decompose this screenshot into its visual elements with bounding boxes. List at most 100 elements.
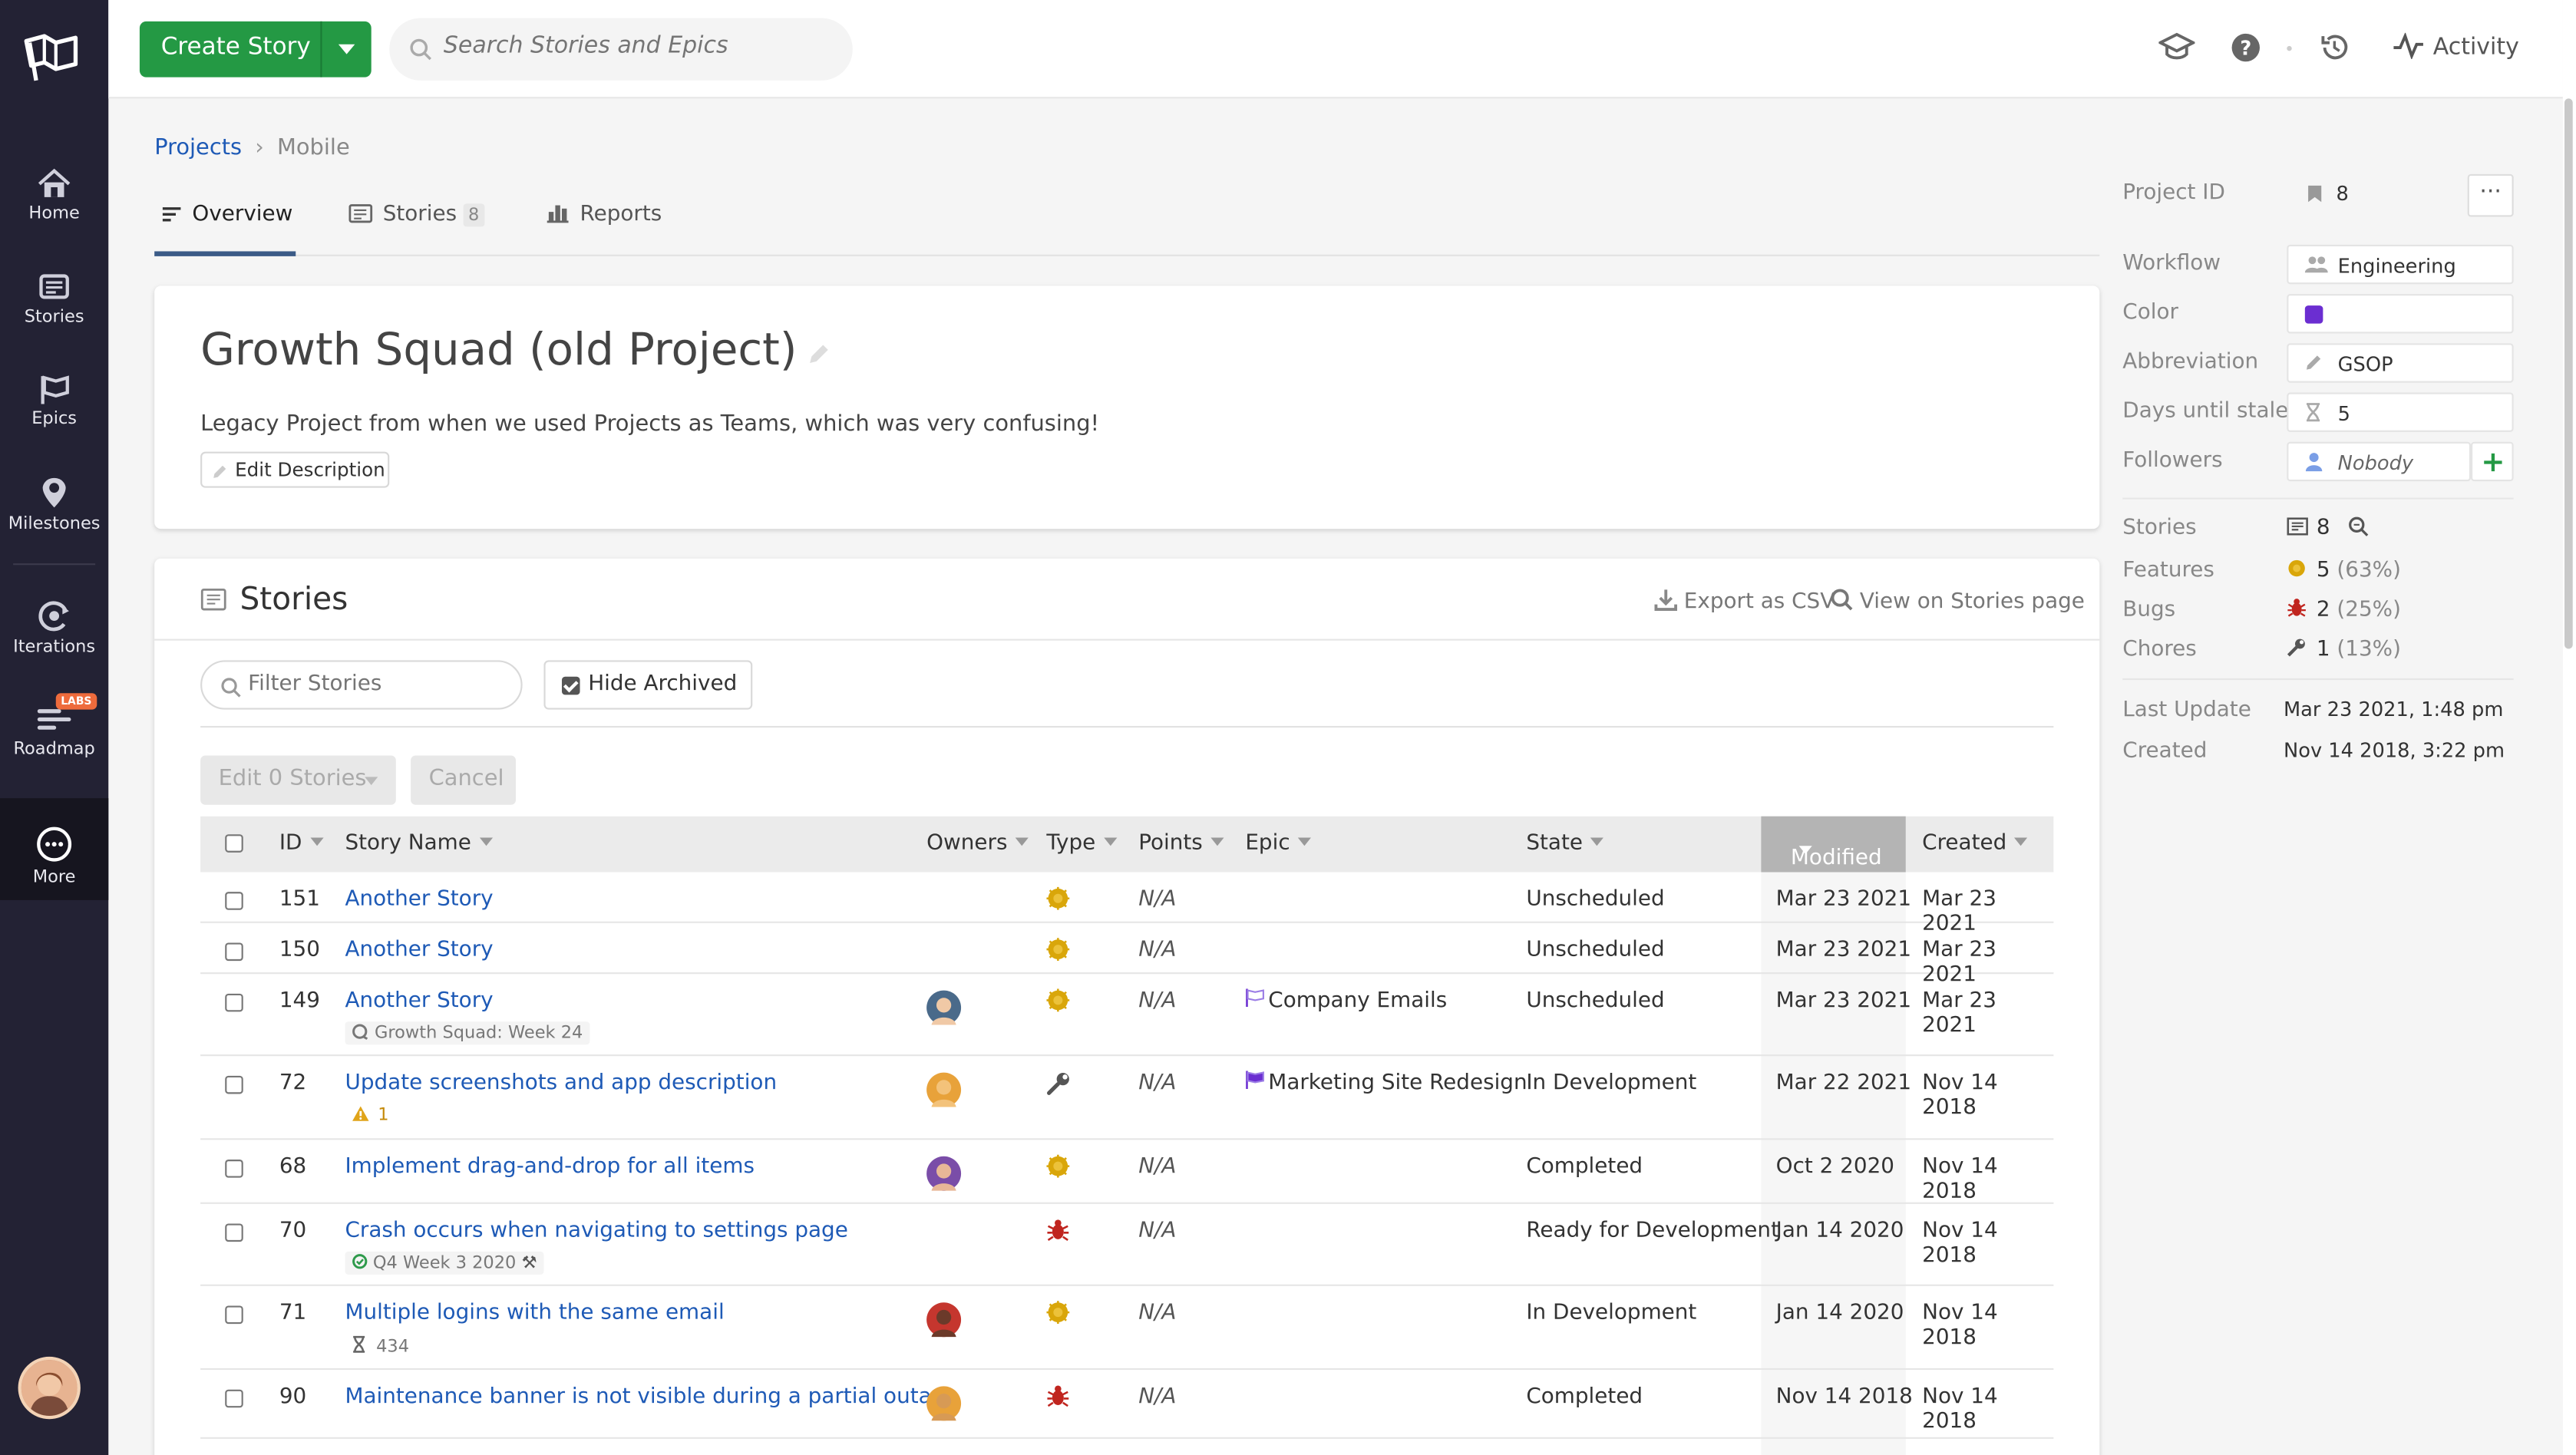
active-tab-indicator — [154, 251, 296, 256]
story-meta-tag[interactable]: 434 — [345, 1334, 415, 1358]
user-avatar[interactable] — [18, 1356, 81, 1420]
table-row[interactable]: 150 Another Story N/A Unscheduled Mar 23 202… — [200, 923, 2054, 987]
table-row[interactable]: 90 Maintenance banner is not visible duri… — [200, 1370, 2054, 1439]
row-checkbox[interactable] — [225, 942, 243, 962]
chevron-down-icon[interactable] — [338, 44, 355, 54]
sidebar-item-milestones[interactable]: Milestones — [0, 475, 108, 534]
color-value[interactable] — [2287, 294, 2514, 334]
sidebar-item-home[interactable]: Home — [0, 167, 108, 223]
story-name-link[interactable]: Another Story — [345, 887, 493, 912]
feature-icon — [1046, 886, 1070, 917]
column-header-id[interactable]: ID — [279, 831, 324, 856]
pencil-icon[interactable] — [807, 341, 831, 366]
export-csv-link[interactable]: Export as CSV — [1654, 588, 1835, 614]
hide-archived-label: Hide Archived — [588, 671, 738, 697]
tab-label: Stories — [382, 202, 457, 227]
table-row[interactable]: 151 Another Story N/A Unscheduled Mar 23 202… — [200, 872, 2054, 936]
cancel-button[interactable]: Cancel — [411, 755, 517, 805]
owner-avatar[interactable] — [926, 1386, 962, 1421]
activity-button[interactable]: Activity — [2392, 31, 2519, 61]
column-header-points[interactable]: Points — [1138, 831, 1224, 856]
days-until-stale-value[interactable]: 5 — [2287, 392, 2514, 432]
table-row[interactable]: 149 Another Story Growth Squad: Week 24 N/A… — [200, 974, 2054, 1057]
row-checkbox[interactable] — [225, 1389, 243, 1408]
row-checkbox[interactable] — [225, 1160, 243, 1178]
table-row[interactable]: 68 Implement drag-and-drop for all items N… — [200, 1140, 2054, 1204]
filter-stories-input[interactable] — [248, 671, 495, 697]
tab-stories[interactable]: Stories 8 — [348, 202, 484, 226]
search-bar[interactable] — [389, 18, 853, 81]
history-icon[interactable] — [2318, 31, 2351, 64]
row-checkbox[interactable] — [225, 892, 243, 910]
add-follower-button[interactable] — [2471, 441, 2514, 482]
story-name-link[interactable]: Another Story — [345, 988, 493, 1013]
sidebar-item-label: Home — [28, 203, 80, 224]
wrench-icon — [2287, 638, 2305, 657]
story-name-link[interactable]: Another Story — [345, 938, 493, 962]
story-meta-tag[interactable]: 1 — [345, 1104, 395, 1127]
filter-stories-field[interactable] — [200, 660, 523, 710]
hide-archived-toggle[interactable]: Hide Archived — [543, 660, 753, 710]
workflow-value[interactable]: Engineering — [2287, 244, 2514, 285]
graduation-cap-icon[interactable] — [2158, 31, 2195, 64]
column-header-type[interactable]: Type — [1046, 831, 1118, 856]
sidebar-item-epics[interactable]: Epics — [0, 373, 108, 429]
story-meta-tag[interactable]: Growth Squad: Week 24 — [345, 1021, 590, 1045]
column-header-owners[interactable]: Owners — [926, 831, 1029, 856]
more-options-button[interactable]: ··· — [2467, 173, 2514, 217]
owner-avatar[interactable] — [926, 1302, 962, 1338]
column-header-created[interactable]: Created — [1922, 831, 2029, 856]
column-header-story-name[interactable]: Story Name — [345, 831, 493, 856]
sidebar-item-more[interactable]: More — [0, 798, 109, 900]
column-header-state[interactable]: State — [1526, 831, 1604, 856]
story-name-link[interactable]: Crash occurs when navigating to settings… — [345, 1219, 847, 1243]
story-id: 68 — [279, 1154, 307, 1180]
story-name-link[interactable]: Multiple logins with the same email — [345, 1301, 724, 1325]
search-input[interactable] — [443, 32, 822, 60]
help-icon[interactable]: ? — [2229, 31, 2262, 64]
create-story-button[interactable]: Create Story — [139, 21, 372, 78]
story-epic[interactable]: Marketing Site Redesign — [1245, 1071, 1527, 1096]
table-row[interactable]: 71 Multiple logins with the same email 434… — [200, 1286, 2054, 1371]
followers-value[interactable]: Nobody — [2287, 441, 2472, 482]
column-header-modified[interactable]: Modified — [1761, 816, 1906, 873]
sidebar-item-roadmap[interactable]: LABS Roadmap — [0, 693, 108, 759]
select-all-checkbox[interactable] — [225, 834, 243, 853]
scrollbar[interactable] — [2562, 0, 2576, 1455]
zoom-icon[interactable] — [2348, 516, 2370, 537]
edit-description-button[interactable]: Edit Description — [200, 451, 390, 488]
owner-avatar[interactable] — [926, 1156, 962, 1191]
story-points: N/A — [1138, 1384, 1177, 1410]
story-name-link[interactable]: Maintenance banner is not visible during… — [345, 1384, 958, 1409]
row-checkbox[interactable] — [225, 1223, 243, 1242]
breadcrumb-projects-link[interactable]: Projects — [154, 135, 242, 161]
story-epic[interactable]: Company Emails — [1245, 988, 1447, 1014]
column-header-epic[interactable]: Epic — [1245, 831, 1312, 856]
checkbox-checked-icon[interactable] — [561, 676, 580, 695]
table-row[interactable]: 70 Crash occurs when navigating to settin… — [200, 1204, 2054, 1286]
row-checkbox[interactable] — [225, 1305, 243, 1325]
story-meta-tag[interactable]: Q4 Week 3 2020 ⚒ — [345, 1251, 544, 1275]
story-name-link[interactable]: Implement drag-and-drop for all items — [345, 1155, 755, 1180]
sidebar-item-iterations[interactable]: Iterations — [0, 598, 108, 657]
bugs-count: 2 — [2316, 598, 2330, 623]
row-checkbox[interactable] — [225, 993, 243, 1012]
tab-overview[interactable]: Overview — [161, 202, 292, 226]
row-checkbox[interactable] — [225, 1075, 243, 1094]
story-name-link[interactable]: Update screenshots and app description — [345, 1071, 777, 1095]
epic-flag-icon — [1246, 988, 1264, 1008]
sidebar-item-stories[interactable]: Stories — [0, 271, 108, 327]
sidebar-item-label: Stories — [24, 307, 84, 327]
view-on-stories-link[interactable]: View on Stories page — [1830, 588, 2085, 614]
tab-reports[interactable]: Reports — [546, 202, 662, 226]
scrollbar-thumb[interactable] — [2564, 98, 2573, 649]
table-row[interactable]: 72 Update screenshots and app description… — [200, 1056, 2054, 1140]
panel-divider — [2122, 678, 2514, 681]
tab-bar: Overview Stories 8 Reports — [154, 189, 2100, 256]
edit-stories-button[interactable]: Edit 0 Stories — [200, 755, 396, 805]
stories-stat-label: Stories — [2122, 516, 2197, 541]
logo-icon[interactable] — [21, 31, 81, 84]
owner-avatar[interactable] — [926, 990, 962, 1025]
owner-avatar[interactable] — [926, 1072, 962, 1107]
abbreviation-value[interactable]: GSOP — [2287, 343, 2514, 383]
